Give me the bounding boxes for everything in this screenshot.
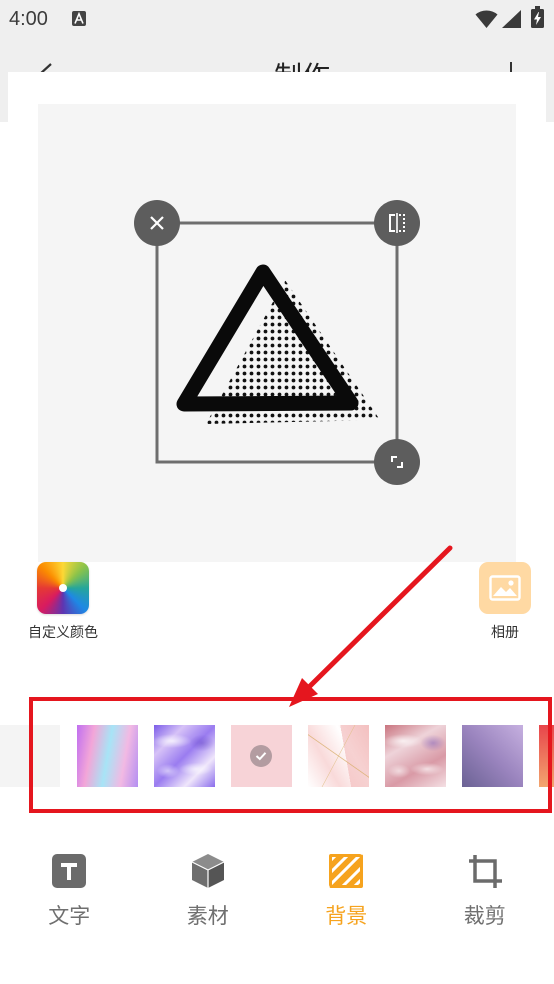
battery-charging-icon: [531, 6, 544, 28]
flip-horizontal-icon: [389, 213, 405, 233]
tab-text[interactable]: 文字: [0, 845, 139, 945]
annotation-highlight-box: [29, 697, 552, 813]
album-label: 相册: [491, 624, 519, 640]
bottom-tab-bar: 文字 素材 背景 裁剪: [0, 845, 554, 945]
cell-signal-icon: [502, 10, 521, 28]
status-time: 4:00: [9, 8, 48, 30]
close-icon: [150, 216, 164, 230]
cube-icon: [189, 852, 227, 890]
image-icon: [479, 562, 531, 614]
color-wheel-icon: [37, 562, 89, 614]
tab-background-label: 背景: [325, 905, 368, 928]
delete-handle[interactable]: [134, 200, 180, 246]
tab-text-label: 文字: [48, 905, 91, 928]
tab-materials-label: 素材: [186, 905, 229, 928]
halftone-triangle-sticker[interactable]: [38, 104, 516, 562]
custom-color-button[interactable]: 自定义颜色: [18, 562, 108, 641]
album-button[interactable]: 相册: [460, 562, 550, 641]
background-stripes-icon: [327, 852, 365, 890]
tab-crop[interactable]: 裁剪: [416, 845, 554, 945]
a-notification-icon: [72, 11, 86, 26]
text-icon: [50, 852, 88, 890]
tab-crop-label: 裁剪: [463, 905, 506, 928]
flip-handle[interactable]: [374, 200, 420, 246]
status-bar: 4:00: [0, 0, 554, 38]
tab-materials[interactable]: 素材: [139, 845, 278, 945]
resize-icon: [391, 456, 403, 468]
resize-handle[interactable]: [374, 439, 420, 485]
tab-background[interactable]: 背景: [277, 845, 416, 945]
crop-icon: [466, 852, 504, 890]
design-canvas[interactable]: [38, 104, 516, 562]
custom-color-label: 自定义颜色: [28, 624, 98, 640]
wifi-icon: [475, 10, 498, 28]
